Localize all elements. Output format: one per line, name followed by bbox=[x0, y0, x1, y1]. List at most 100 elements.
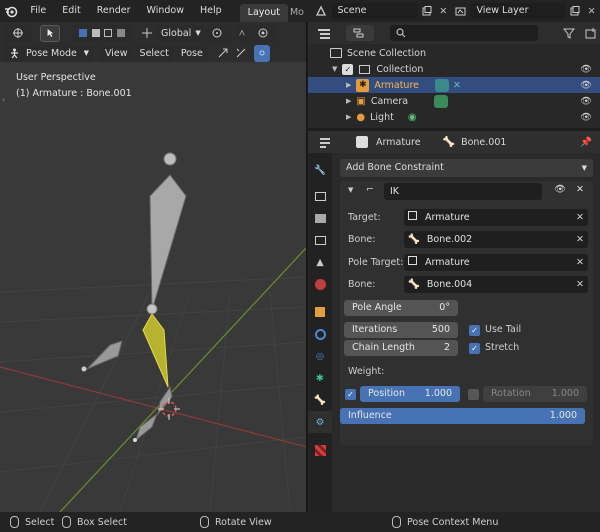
constraint-name-field[interactable]: IK bbox=[384, 183, 542, 200]
properties-editor-type-icon[interactable] bbox=[314, 134, 336, 150]
select-extend-icon[interactable] bbox=[91, 29, 100, 37]
tab-modeling[interactable]: Mo bbox=[288, 4, 309, 22]
expand-arrow-icon[interactable]: ▼ bbox=[332, 65, 337, 73]
tab-tool[interactable]: 🔧 bbox=[308, 159, 332, 181]
chain-length-field[interactable]: Chain Length 2 bbox=[344, 340, 458, 356]
outliner-row-armature[interactable]: ▶ ✱ Armature ✕ 👁 bbox=[308, 77, 600, 93]
tab-scene[interactable]: ▲ bbox=[308, 251, 332, 273]
position-field[interactable]: Position 1.000 bbox=[360, 386, 460, 402]
options-icon[interactable] bbox=[232, 45, 250, 61]
menu-file[interactable]: File bbox=[22, 0, 54, 22]
select-mode-icons[interactable] bbox=[72, 24, 132, 42]
mode-dropdown[interactable]: Pose Mode ▼ bbox=[4, 44, 94, 62]
select-subtract-icon[interactable] bbox=[104, 29, 113, 37]
expand-arrow-icon[interactable]: ▶ bbox=[346, 81, 351, 89]
view-layer-selector[interactable]: View Layer bbox=[470, 3, 567, 19]
use-tail-checkbox[interactable]: ✓ bbox=[469, 325, 480, 336]
tab-world[interactable] bbox=[308, 273, 332, 295]
clear-bone-icon[interactable]: ✕ bbox=[576, 231, 584, 248]
scene-icon[interactable] bbox=[313, 3, 330, 19]
outliner-editor-type-icon[interactable] bbox=[312, 25, 336, 41]
outliner-row-light[interactable]: ▶ ● Light ◉ 👁 bbox=[308, 109, 600, 125]
menu-pose[interactable]: Pose bbox=[175, 44, 208, 62]
tab-view-layer[interactable] bbox=[308, 229, 332, 251]
eye-icon[interactable]: 👁 bbox=[554, 184, 566, 195]
rotation-field[interactable]: Rotation 1.000 bbox=[483, 386, 587, 402]
editor-type-icon[interactable] bbox=[4, 24, 32, 42]
menu-view[interactable]: View bbox=[100, 44, 133, 62]
pole-target-field[interactable]: Armature ✕ bbox=[404, 254, 588, 271]
menu-render[interactable]: Render bbox=[89, 0, 139, 22]
menu-window[interactable]: Window bbox=[139, 0, 192, 22]
menu-help[interactable]: Help bbox=[192, 0, 230, 22]
bone-pole[interactable] bbox=[86, 340, 123, 370]
snap-icon[interactable] bbox=[234, 24, 250, 42]
add-bone-constraint-button[interactable]: Add Bone Constraint ▼ bbox=[340, 159, 593, 177]
bone-field[interactable]: 🦴 Bone.002 ✕ bbox=[404, 231, 588, 248]
clear-target-icon[interactable]: ✕ bbox=[576, 209, 584, 226]
transform-affect-icon[interactable] bbox=[214, 45, 232, 61]
pole-angle-field[interactable]: Pole Angle 0° bbox=[344, 300, 458, 316]
eye-icon[interactable]: 👁 bbox=[580, 112, 592, 123]
tab-bone-constraint[interactable]: ⚙ bbox=[308, 411, 332, 433]
toolbar-expand-icon[interactable]: ‹ bbox=[2, 95, 5, 104]
light-data-icon[interactable]: ◉ bbox=[408, 112, 417, 123]
armature-data-icon[interactable] bbox=[435, 78, 449, 92]
viewport-canvas[interactable]: ‹ bbox=[0, 62, 307, 512]
iterations-field[interactable]: Iterations 500 bbox=[344, 322, 458, 338]
eye-icon[interactable]: 👁 bbox=[580, 80, 592, 91]
proportional-edit-icon[interactable] bbox=[252, 24, 278, 42]
tab-output[interactable] bbox=[308, 207, 332, 229]
view-layer-icon[interactable] bbox=[452, 3, 469, 19]
tab-object[interactable] bbox=[308, 301, 332, 323]
viewport-3d[interactable]: Global ▼ Pose Mode ▼ View Select Pose Us… bbox=[0, 22, 307, 512]
stretch-checkbox[interactable]: ✓ bbox=[469, 343, 480, 354]
display-mode-icon[interactable] bbox=[345, 25, 374, 41]
new-view-layer-icon[interactable] bbox=[566, 3, 583, 19]
select-tool-icon[interactable] bbox=[40, 24, 60, 42]
outliner-row-scene-collection[interactable]: Scene Collection bbox=[308, 45, 600, 61]
select-invert-icon[interactable] bbox=[116, 29, 125, 37]
bone-joint[interactable] bbox=[146, 303, 158, 315]
close-view-layer-icon[interactable]: ✕ bbox=[583, 3, 600, 19]
outliner-search-input[interactable] bbox=[389, 25, 539, 41]
influence-slider[interactable]: Influence 1.000 bbox=[340, 408, 585, 424]
bone-active-001[interactable] bbox=[142, 313, 169, 388]
tab-bone[interactable]: 🦴 bbox=[308, 389, 332, 411]
pole-joint[interactable] bbox=[81, 366, 87, 372]
tab-render[interactable] bbox=[308, 185, 332, 207]
expand-arrow-icon[interactable]: ▶ bbox=[346, 97, 351, 105]
pose-icon[interactable]: ✕ bbox=[453, 80, 461, 91]
tab-object-data[interactable]: ✱ bbox=[308, 367, 332, 389]
collection-checkbox[interactable]: ✓ bbox=[342, 63, 354, 75]
bone-tip[interactable] bbox=[133, 438, 137, 442]
pole-bone-field[interactable]: 🦴 Bone.004 ✕ bbox=[404, 276, 588, 293]
outliner-row-collection[interactable]: ▼ ✓ Collection 👁 bbox=[308, 61, 600, 77]
rotation-checkbox[interactable] bbox=[468, 389, 479, 400]
tab-object-constraint[interactable]: ◎ bbox=[308, 345, 332, 367]
camera-data-icon[interactable] bbox=[434, 94, 449, 108]
close-scene-icon[interactable]: ✕ bbox=[435, 3, 452, 19]
menu-select[interactable]: Select bbox=[134, 44, 174, 62]
target-field[interactable]: Armature ✕ bbox=[404, 209, 588, 226]
transform-orientation-dropdown[interactable]: Global ▼ bbox=[156, 24, 204, 42]
gizmo-toggle-icon[interactable] bbox=[253, 44, 270, 62]
tab-physics[interactable] bbox=[308, 323, 332, 345]
bone-head-joint[interactable] bbox=[163, 152, 177, 166]
eye-icon[interactable]: 👁 bbox=[580, 64, 592, 75]
outliner-row-camera[interactable]: ▶ ▣ Camera 👁 bbox=[308, 93, 600, 109]
new-collection-icon[interactable] bbox=[582, 25, 600, 41]
menu-edit[interactable]: Edit bbox=[54, 0, 88, 22]
pin-icon[interactable]: 📌 bbox=[580, 137, 592, 148]
select-new-icon[interactable] bbox=[79, 29, 88, 37]
pivot-point-icon[interactable] bbox=[206, 24, 232, 42]
filter-icon[interactable] bbox=[556, 25, 582, 41]
blender-logo-icon[interactable] bbox=[0, 0, 22, 22]
delete-constraint-icon[interactable]: ✕ bbox=[576, 184, 584, 195]
collapse-arrow-icon[interactable]: ▼ bbox=[348, 186, 353, 194]
new-scene-icon[interactable] bbox=[418, 3, 435, 19]
clear-pole-bone-icon[interactable]: ✕ bbox=[576, 276, 584, 293]
bone-upper[interactable] bbox=[149, 174, 187, 311]
expand-arrow-icon[interactable]: ▶ bbox=[346, 113, 351, 121]
clear-pole-target-icon[interactable]: ✕ bbox=[576, 254, 584, 271]
